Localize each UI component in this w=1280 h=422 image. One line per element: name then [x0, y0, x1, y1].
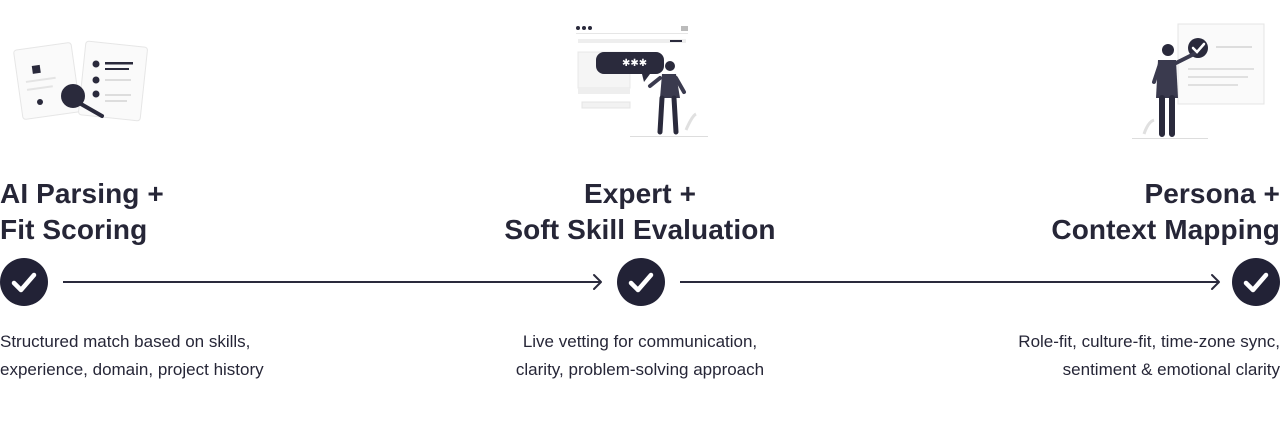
step-1-title-line-2: Fit Scoring: [0, 214, 148, 245]
svg-text:✱✱✱: ✱✱✱: [622, 58, 647, 69]
step-2-title: Expert + Soft Skill Evaluation: [440, 176, 840, 248]
step-2-desc-line-1: Live vetting for communication,: [522, 332, 758, 351]
step-2-title-line-2: Soft Skill Evaluation: [504, 214, 776, 245]
step-2-title-line-1: Expert +: [583, 178, 697, 209]
step-2-description: Live vetting for communication, clarity,…: [440, 328, 840, 384]
step-3-title-line-2: Context Mapping: [1051, 214, 1280, 245]
step-2-check-icon: [617, 258, 665, 306]
step-1-title-line-1: AI Parsing +: [0, 178, 164, 209]
step-1-desc-line-1: Structured match based on skills,: [0, 332, 251, 351]
step-3-description: Role-fit, culture-fit, time-zone sync, s…: [1018, 328, 1280, 384]
connector-arrow-1: [63, 272, 603, 292]
step-1-title: AI Parsing + Fit Scoring: [0, 176, 164, 248]
documents-magnifier-icon: [12, 38, 152, 124]
connector-arrow-2: [680, 272, 1221, 292]
person-board-check-icon: [1128, 22, 1268, 142]
step-3-desc-line-2: sentiment & emotional clarity: [1062, 360, 1280, 379]
step-3-desc-line-1: Role-fit, culture-fit, time-zone sync,: [1018, 332, 1280, 351]
step-3-check-icon: [1232, 258, 1280, 306]
step-1-check-icon: [0, 258, 48, 306]
step-3-title-line-1: Persona +: [1144, 178, 1280, 209]
step-2-desc-line-2: clarity, problem-solving approach: [515, 360, 765, 379]
step-1-desc-line-2: experience, domain, project history: [0, 360, 264, 379]
step-3-title: Persona + Context Mapping: [1051, 176, 1280, 248]
process-steps: ✱✱✱ AI Parsing + Fit Scoring Expert + So…: [0, 0, 1280, 422]
person-chat-bubble-icon: ✱✱✱: [574, 22, 710, 140]
step-1-description: Structured match based on skills, experi…: [0, 328, 264, 384]
